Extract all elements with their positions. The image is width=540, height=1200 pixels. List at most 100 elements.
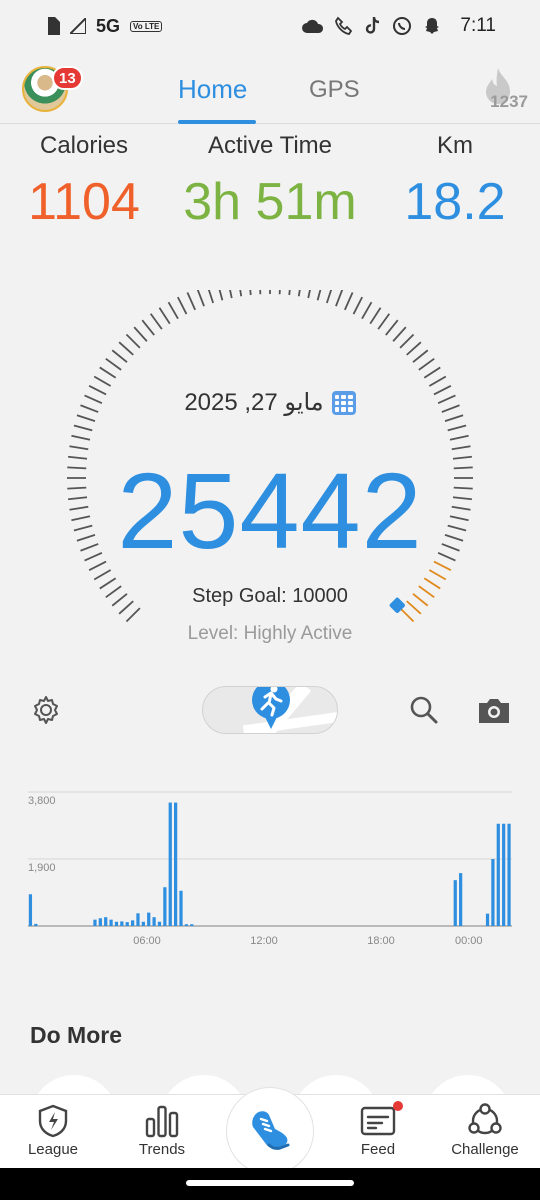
network-type: 5G [96, 15, 121, 36]
volte-badge: Vo LTE [130, 20, 163, 32]
chart-bar [28, 894, 33, 926]
chart-bar [190, 924, 194, 926]
gauge-tick [141, 319, 155, 336]
calories-value: 1104 [28, 173, 140, 231]
streak-button[interactable]: 1237 [472, 66, 528, 112]
gauge-tick [259, 290, 262, 295]
gauge-tick [377, 313, 391, 330]
chart-bar [141, 921, 145, 926]
run-icon [252, 687, 290, 729]
gauge-tick [99, 366, 117, 379]
gauge-tick [167, 301, 179, 320]
tab-gps[interactable]: GPS [309, 76, 360, 104]
active-time-value: 3h 51m [183, 173, 357, 231]
snapchat-icon [425, 18, 440, 34]
bottom-navigation: League Trends Feed Challenge [0, 1087, 540, 1175]
tiktok-icon [366, 16, 380, 34]
gauge-tick [369, 307, 382, 325]
chart-bar [130, 920, 135, 926]
chart-bar [485, 913, 490, 926]
gauge-tick [177, 296, 188, 315]
chart-bar [34, 923, 38, 926]
gauge-tick [105, 357, 122, 371]
active-time-label: Active Time [207, 132, 333, 159]
nav-feed[interactable]: Feed [333, 1103, 423, 1158]
gauge-tick [71, 434, 91, 441]
challenge-icon [468, 1103, 502, 1135]
chart-bar [184, 924, 188, 926]
search-icon [410, 696, 438, 724]
gauge-tick [361, 301, 373, 320]
nav-challenge-label: Challenge [451, 1141, 519, 1158]
nav-league-label: League [27, 1141, 79, 1158]
chart-x-tick-label: 18:00 [367, 935, 395, 947]
nav-feed-label: Feed [360, 1141, 396, 1158]
camera-icon [479, 699, 509, 723]
signal-icon [70, 18, 86, 34]
chart-bar [459, 873, 463, 926]
gauge-tick [418, 357, 435, 371]
status-bar: 5G Vo LTE 7:11 [0, 0, 540, 52]
nav-challenge[interactable]: Challenge [440, 1103, 530, 1158]
chart-x-tick-label: 06:00 [133, 935, 161, 947]
chart-bar [147, 912, 151, 926]
gauge-tick [229, 290, 233, 299]
gauge-tick [125, 607, 141, 623]
chart-bar [114, 921, 119, 926]
gauge-tick [207, 290, 214, 304]
chart-bar [453, 880, 457, 926]
camera-button[interactable] [476, 692, 512, 728]
bolt-shield-icon [38, 1104, 68, 1138]
gauge-tick [335, 290, 344, 307]
status-left: 5G Vo LTE [46, 15, 163, 37]
gauge-tick [249, 290, 252, 296]
calendar-icon[interactable] [331, 390, 356, 415]
date-row[interactable]: مايو 27, 2025 [0, 388, 540, 417]
calories-label: Calories [39, 132, 129, 159]
gauge-tick [352, 296, 363, 315]
nav-trends-label: Trends [138, 1141, 186, 1158]
nav-trends[interactable]: Trends [117, 1103, 207, 1158]
chart-bar [120, 921, 124, 926]
bar-chart-icon [145, 1105, 179, 1138]
search-button[interactable] [406, 692, 442, 728]
gauge-tick [423, 366, 441, 379]
gauge-tick [133, 326, 148, 342]
gauge-tick [326, 290, 333, 304]
settings-icon [34, 696, 58, 724]
chart-bar [136, 913, 140, 926]
chart-bar [104, 917, 108, 926]
step-goal: Step Goal: 10000 [192, 585, 348, 607]
gesture-handle[interactable] [186, 1180, 354, 1186]
gauge-tick [239, 290, 243, 297]
chart-bar [502, 823, 506, 926]
chart-bar [168, 802, 172, 926]
top-navigation: 13 Home GPS 1237 [0, 52, 540, 124]
nav-center-button[interactable] [226, 1087, 314, 1175]
app-screen: 5G Vo LTE 7:11 13 Home GPS 1237 Calories… [0, 0, 540, 1200]
gauge-tick [278, 290, 281, 295]
shoe-icon [252, 1111, 290, 1150]
feed-icon [360, 1106, 396, 1136]
gauge-tick [158, 307, 171, 325]
do-more-heading: Do More [30, 1022, 122, 1048]
active-tab-indicator [178, 120, 256, 124]
chart-bar [109, 919, 113, 926]
gauge-tick [186, 292, 196, 311]
gauge-tick [392, 326, 407, 342]
gauge-tick [428, 375, 447, 387]
settings-button[interactable] [28, 692, 64, 728]
gauge-tick [406, 341, 422, 356]
tab-home[interactable]: Home [178, 74, 247, 105]
cloud-icon [302, 19, 324, 33]
chart-bar [125, 922, 129, 926]
date-text: مايو 27, 2025 [184, 389, 324, 416]
run-toggle[interactable] [202, 686, 338, 734]
gauge-tick [149, 313, 163, 330]
gauge-tick [307, 290, 311, 299]
nav-league[interactable]: League [8, 1103, 98, 1158]
gauge-tick [447, 424, 467, 432]
gauge-tick [399, 333, 415, 349]
gauge-tick [449, 434, 469, 441]
chart-bar [496, 823, 500, 926]
